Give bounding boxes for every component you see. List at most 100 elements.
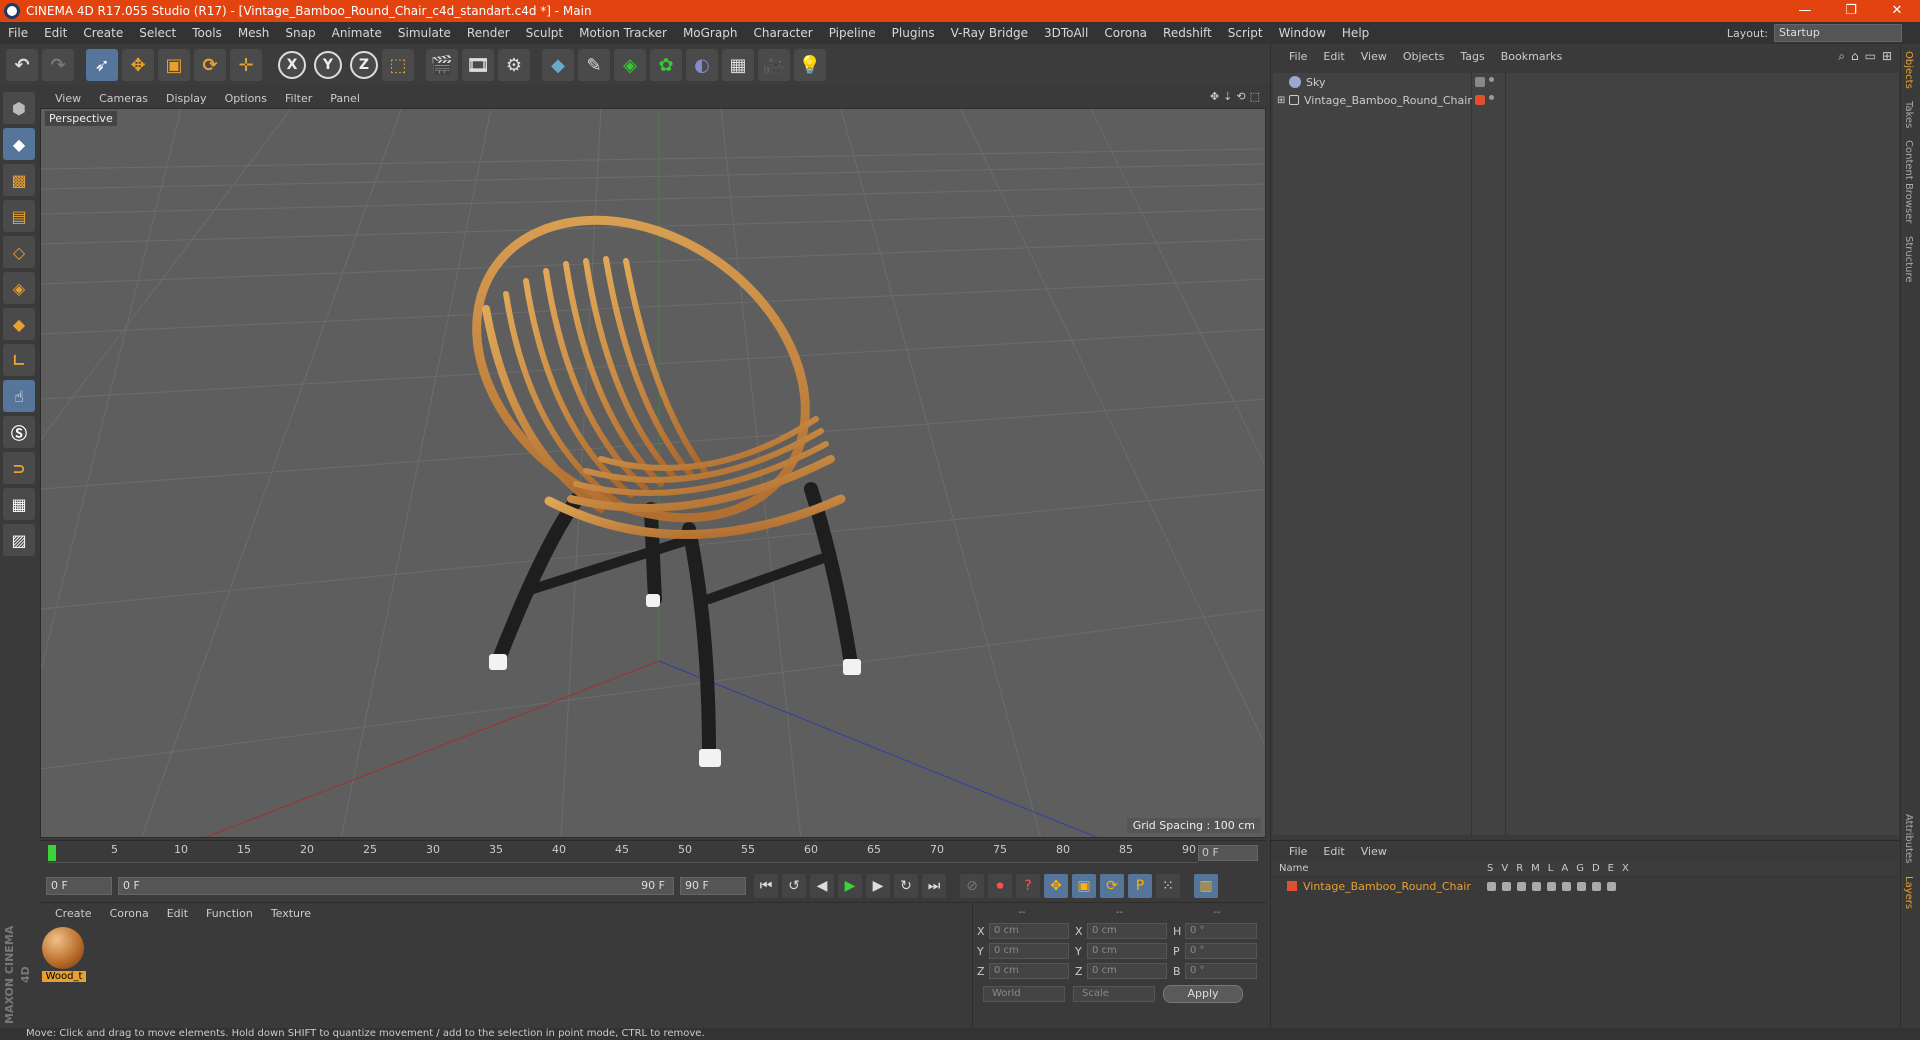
next-key-icon[interactable]: ↻ [894, 874, 918, 898]
layer-flag-icons[interactable] [1487, 881, 1616, 891]
layer-row[interactable]: Vintage_Bamboo_Round_Chair [1271, 877, 1900, 895]
menu-help[interactable]: Help [1334, 26, 1377, 40]
timeline-window-icon[interactable]: ▥ [1194, 874, 1218, 898]
layer-menu-edit[interactable]: Edit [1315, 845, 1352, 858]
camera-icon[interactable]: 🎥 [758, 49, 790, 81]
minimize-button[interactable]: — [1782, 0, 1828, 22]
object-menu-objects[interactable]: Objects [1395, 50, 1453, 63]
make-editable-icon[interactable]: ⬢ [3, 92, 35, 124]
layer-column-x[interactable]: X [1622, 863, 1629, 874]
axis-z-lock-button[interactable]: Z [350, 51, 378, 79]
object-name[interactable]: Vintage_Bamboo_Round_Chair [1304, 94, 1472, 107]
material-menu-create[interactable]: Create [46, 907, 101, 920]
material-menu-function[interactable]: Function [197, 907, 262, 920]
undo-icon[interactable]: ↶ [6, 49, 38, 81]
coord-rotation-field[interactable]: 0 ° [1185, 923, 1257, 939]
axis-x-lock-button[interactable]: X [278, 51, 306, 79]
coord-position-field[interactable]: 0 cm [989, 963, 1069, 979]
menu-render[interactable]: Render [459, 26, 518, 40]
visibility-dot[interactable] [1489, 95, 1494, 100]
coord-position-field[interactable]: 0 cm [989, 923, 1069, 939]
viewport-menu-display[interactable]: Display [157, 92, 216, 105]
playhead-marker[interactable] [48, 845, 56, 861]
key-scale-icon[interactable]: ▣ [1072, 874, 1096, 898]
key-rotation-icon[interactable]: ⟳ [1100, 874, 1124, 898]
object-name[interactable]: Sky [1306, 76, 1325, 89]
material-menu-edit[interactable]: Edit [158, 907, 197, 920]
tweak-mode-icon[interactable]: ☝ [3, 380, 35, 412]
polygons-mode-icon[interactable]: ◆ [3, 308, 35, 340]
object-list[interactable]: Sky ⊞ Vintage_Bamboo_Round_Chair [1273, 73, 1899, 835]
layer-column-s[interactable]: S [1487, 863, 1493, 874]
layer-column-g[interactable]: G [1576, 863, 1584, 874]
menu-plugins[interactable]: Plugins [884, 26, 943, 40]
viewport-scene[interactable] [41, 109, 1266, 838]
layer-column-a[interactable]: A [1561, 863, 1568, 874]
collapse-icon[interactable]: ▭ [1865, 49, 1876, 64]
end-frame-field[interactable]: 90 F [680, 877, 746, 895]
viewport-menu-cameras[interactable]: Cameras [90, 92, 157, 105]
viewport-menu-filter[interactable]: Filter [276, 92, 321, 105]
render-settings-icon[interactable]: ⚙ [498, 49, 530, 81]
menu-simulate[interactable]: Simulate [390, 26, 459, 40]
current-frame-field[interactable]: 0 F [1198, 845, 1258, 861]
menu-redshift[interactable]: Redshift [1155, 26, 1220, 40]
side-tab-attributes[interactable]: Attributes [1901, 808, 1916, 869]
coord-size-field[interactable]: 0 cm [1087, 923, 1167, 939]
perspective-viewport[interactable]: Perspective Grid Spacing : 100 cm [40, 108, 1266, 838]
object-row-chair[interactable]: ⊞ Vintage_Bamboo_Round_Chair [1273, 91, 1899, 109]
layout-dropdown[interactable]: Startup [1774, 24, 1902, 42]
coord-rotation-field[interactable]: 0 ° [1185, 943, 1257, 959]
edges-mode-icon[interactable]: ◈ [3, 272, 35, 304]
start-frame-field[interactable]: 0 F [46, 877, 112, 895]
floor-scene-icon[interactable]: ▦ [722, 49, 754, 81]
coord-position-field[interactable]: 0 cm [989, 943, 1069, 959]
viewport-menu-options[interactable]: Options [216, 92, 276, 105]
search-icon[interactable]: ⌕ [1838, 49, 1845, 64]
layer-color-icon[interactable] [1475, 95, 1485, 105]
close-button[interactable]: ✕ [1874, 0, 1920, 22]
array-cloner-icon[interactable]: ✿ [650, 49, 682, 81]
expand-icon[interactable]: ⊞ [1277, 95, 1285, 106]
menu-file[interactable]: File [0, 26, 36, 40]
coordinate-space-dropdown[interactable]: World [983, 986, 1065, 1002]
key-pla-icon[interactable]: ⁙ [1156, 874, 1180, 898]
coordinate-system-icon[interactable]: ⬚ [382, 49, 414, 81]
material-preview-ball[interactable] [42, 927, 84, 969]
menu-v-ray-bridge[interactable]: V-Ray Bridge [943, 26, 1036, 40]
object-menu-view[interactable]: View [1353, 50, 1395, 63]
side-tab-structure[interactable]: Structure [1901, 230, 1916, 289]
menu-window[interactable]: Window [1271, 26, 1334, 40]
object-row-sky[interactable]: Sky [1273, 73, 1899, 91]
side-tab-takes[interactable]: Takes [1901, 95, 1916, 134]
menu-corona[interactable]: Corona [1096, 26, 1155, 40]
subdivision-surface-icon[interactable]: ◈ [614, 49, 646, 81]
layer-menu-view[interactable]: View [1353, 845, 1395, 858]
axis-mode-icon[interactable]: ∟ [3, 344, 35, 376]
next-frame-icon[interactable]: ▶ [866, 874, 890, 898]
planar-workplane-icon[interactable]: ▨ [3, 524, 35, 556]
menu-select[interactable]: Select [131, 26, 184, 40]
previous-key-icon[interactable]: ↺ [782, 874, 806, 898]
workplane-mode-icon[interactable]: ▤ [3, 200, 35, 232]
scale-tool-icon[interactable]: ▣ [158, 49, 190, 81]
model-mode-icon[interactable]: ◆ [3, 128, 35, 160]
tag-icon[interactable] [1475, 77, 1485, 87]
workplane-lock-icon[interactable]: ▦ [3, 488, 35, 520]
restore-button[interactable]: ❐ [1828, 0, 1874, 22]
play-forward-icon[interactable]: ▶ [838, 874, 862, 898]
spline-pen-icon[interactable]: ✎ [578, 49, 610, 81]
live-selection-icon[interactable]: ➶ [86, 49, 118, 81]
menu-create[interactable]: Create [75, 26, 131, 40]
new-window-icon[interactable]: ⊞ [1882, 49, 1892, 64]
keyframe-selection-icon[interactable]: ? [1016, 874, 1040, 898]
material-name[interactable]: Wood_t [42, 971, 86, 982]
menu-motion-tracker[interactable]: Motion Tracker [571, 26, 675, 40]
viewport-camera-label[interactable]: Perspective [45, 111, 117, 126]
layer-column-m[interactable]: M [1531, 863, 1540, 874]
visibility-dot[interactable] [1489, 77, 1494, 82]
move-tool-icon[interactable]: ✥ [122, 49, 154, 81]
layer-column-l[interactable]: L [1548, 863, 1554, 874]
menu-tools[interactable]: Tools [184, 26, 230, 40]
coordinate-mode-dropdown[interactable]: Scale [1073, 986, 1155, 1002]
